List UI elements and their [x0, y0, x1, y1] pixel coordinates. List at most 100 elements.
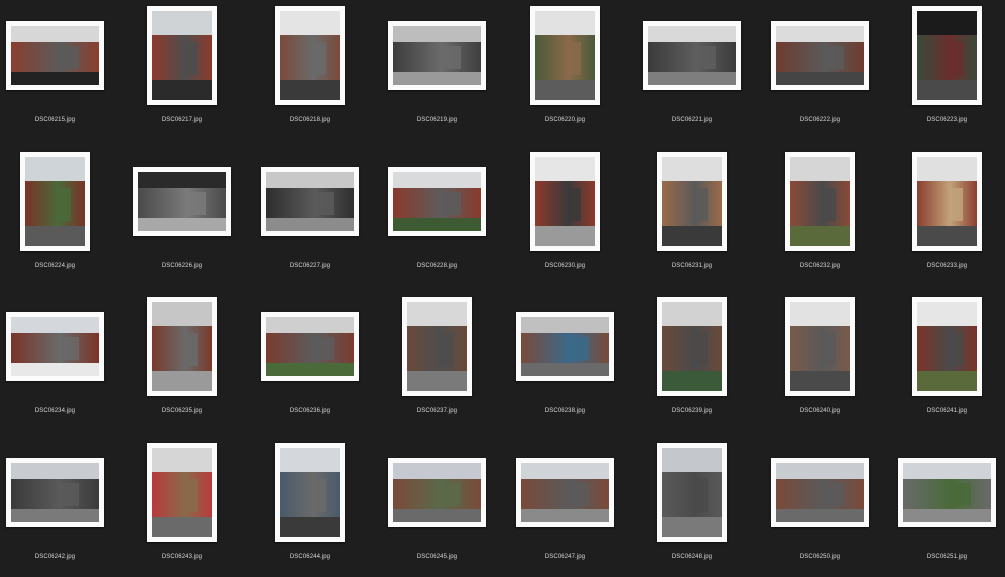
file-item[interactable]: DSC06245.jpg — [374, 437, 500, 577]
file-item[interactable]: DSC06242.jpg — [0, 437, 118, 577]
image-thumbnail[interactable] — [133, 166, 231, 236]
file-item[interactable]: DSC06219.jpg — [374, 0, 500, 140]
file-item[interactable]: DSC06215.jpg — [0, 0, 118, 140]
image-thumbnail[interactable] — [147, 442, 217, 542]
file-grid: DSC06215.jpg DSC06217.jpg DSC06218.jpg DSC0… — [0, 0, 1005, 572]
thumbnail-area — [757, 437, 883, 547]
file-item[interactable]: DSC06217.jpg — [119, 0, 245, 140]
photo-street — [535, 225, 595, 246]
image-thumbnail[interactable] — [530, 5, 600, 105]
image-thumbnail[interactable] — [771, 20, 869, 90]
file-item[interactable]: DSC06243.jpg — [119, 437, 245, 577]
thumbnail-area — [757, 291, 883, 401]
thumbnail-photo — [776, 462, 864, 522]
image-thumbnail[interactable] — [147, 5, 217, 105]
file-item[interactable]: DSC06233.jpg — [884, 146, 1005, 286]
thumbnail-area — [629, 437, 755, 547]
image-thumbnail[interactable] — [261, 311, 359, 381]
file-item[interactable]: DSC06222.jpg — [757, 0, 883, 140]
thumbnail-photo — [776, 25, 864, 85]
photo-sky — [662, 447, 722, 473]
thumbnail-area — [502, 0, 628, 110]
image-thumbnail[interactable] — [20, 151, 90, 251]
photo-sky — [776, 462, 864, 480]
image-thumbnail[interactable] — [657, 151, 727, 251]
photo-street — [407, 370, 467, 391]
image-thumbnail[interactable] — [530, 151, 600, 251]
file-item[interactable]: DSC06226.jpg — [119, 146, 245, 286]
image-thumbnail[interactable] — [912, 296, 982, 396]
image-thumbnail[interactable] — [657, 296, 727, 396]
file-item[interactable]: DSC06228.jpg — [374, 146, 500, 286]
image-thumbnail[interactable] — [912, 151, 982, 251]
image-thumbnail[interactable] — [388, 20, 486, 90]
file-name-label: DSC06241.jpg — [926, 408, 968, 414]
image-thumbnail[interactable] — [6, 20, 104, 90]
file-item[interactable]: DSC06237.jpg — [374, 291, 500, 431]
file-item[interactable]: DSC06224.jpg — [0, 146, 118, 286]
photo-buildings — [138, 188, 226, 218]
photo-buildings — [776, 479, 864, 509]
image-thumbnail[interactable] — [261, 166, 359, 236]
thumbnail-photo — [152, 10, 212, 100]
file-name-label: DSC06215.jpg — [34, 117, 76, 123]
photo-buildings — [662, 472, 722, 517]
image-thumbnail[interactable] — [898, 457, 996, 527]
photo-buildings — [903, 479, 991, 509]
file-item[interactable]: DSC06235.jpg — [119, 291, 245, 431]
image-thumbnail[interactable] — [6, 457, 104, 527]
thumbnail-area — [757, 146, 883, 256]
file-item[interactable]: DSC06241.jpg — [884, 291, 1005, 431]
file-item[interactable]: DSC06248.jpg — [629, 437, 755, 577]
image-thumbnail[interactable] — [275, 5, 345, 105]
file-item[interactable]: DSC06221.jpg — [629, 0, 755, 140]
file-name-label: DSC06233.jpg — [926, 263, 968, 269]
file-item[interactable]: DSC06244.jpg — [247, 437, 373, 577]
image-thumbnail[interactable] — [516, 457, 614, 527]
image-thumbnail[interactable] — [771, 457, 869, 527]
file-item[interactable]: DSC06220.jpg — [502, 0, 628, 140]
file-item[interactable]: DSC06236.jpg — [247, 291, 373, 431]
photo-buildings — [266, 188, 354, 218]
image-thumbnail[interactable] — [516, 311, 614, 381]
thumbnail-photo — [917, 156, 977, 246]
file-item[interactable]: DSC06230.jpg — [502, 146, 628, 286]
file-item[interactable]: DSC06247.jpg — [502, 437, 628, 577]
thumbnail-area — [0, 291, 118, 401]
photo-street — [903, 508, 991, 522]
file-item[interactable]: DSC06234.jpg — [0, 291, 118, 431]
image-thumbnail[interactable] — [785, 296, 855, 396]
file-item[interactable]: DSC06232.jpg — [757, 146, 883, 286]
image-thumbnail[interactable] — [912, 5, 982, 105]
image-thumbnail[interactable] — [147, 296, 217, 396]
image-thumbnail[interactable] — [785, 151, 855, 251]
image-thumbnail[interactable] — [388, 166, 486, 236]
file-item[interactable]: DSC06240.jpg — [757, 291, 883, 431]
image-thumbnail[interactable] — [275, 442, 345, 542]
file-name-label: DSC06220.jpg — [544, 117, 586, 123]
photo-sky — [152, 447, 212, 473]
thumbnail-photo — [662, 301, 722, 391]
file-item[interactable]: DSC06239.jpg — [629, 291, 755, 431]
file-item[interactable]: DSC06223.jpg — [884, 0, 1005, 140]
photo-sky — [11, 316, 99, 334]
file-item[interactable]: DSC06238.jpg — [502, 291, 628, 431]
image-thumbnail[interactable] — [657, 442, 727, 542]
file-item[interactable]: DSC06227.jpg — [247, 146, 373, 286]
file-name-label: DSC06242.jpg — [34, 554, 76, 560]
image-thumbnail[interactable] — [388, 457, 486, 527]
photo-sky — [393, 25, 481, 43]
image-thumbnail[interactable] — [643, 20, 741, 90]
photo-sky — [521, 462, 609, 480]
file-item[interactable]: DSC06250.jpg — [757, 437, 883, 577]
thumbnail-photo — [535, 10, 595, 100]
file-item[interactable]: DSC06218.jpg — [247, 0, 373, 140]
photo-detail — [950, 41, 964, 76]
file-item[interactable]: DSC06251.jpg — [884, 437, 1005, 577]
photo-street — [790, 370, 850, 391]
photo-sky — [393, 462, 481, 480]
image-thumbnail[interactable] — [402, 296, 472, 396]
photo-detail — [695, 332, 709, 367]
image-thumbnail[interactable] — [6, 311, 104, 381]
file-item[interactable]: DSC06231.jpg — [629, 146, 755, 286]
